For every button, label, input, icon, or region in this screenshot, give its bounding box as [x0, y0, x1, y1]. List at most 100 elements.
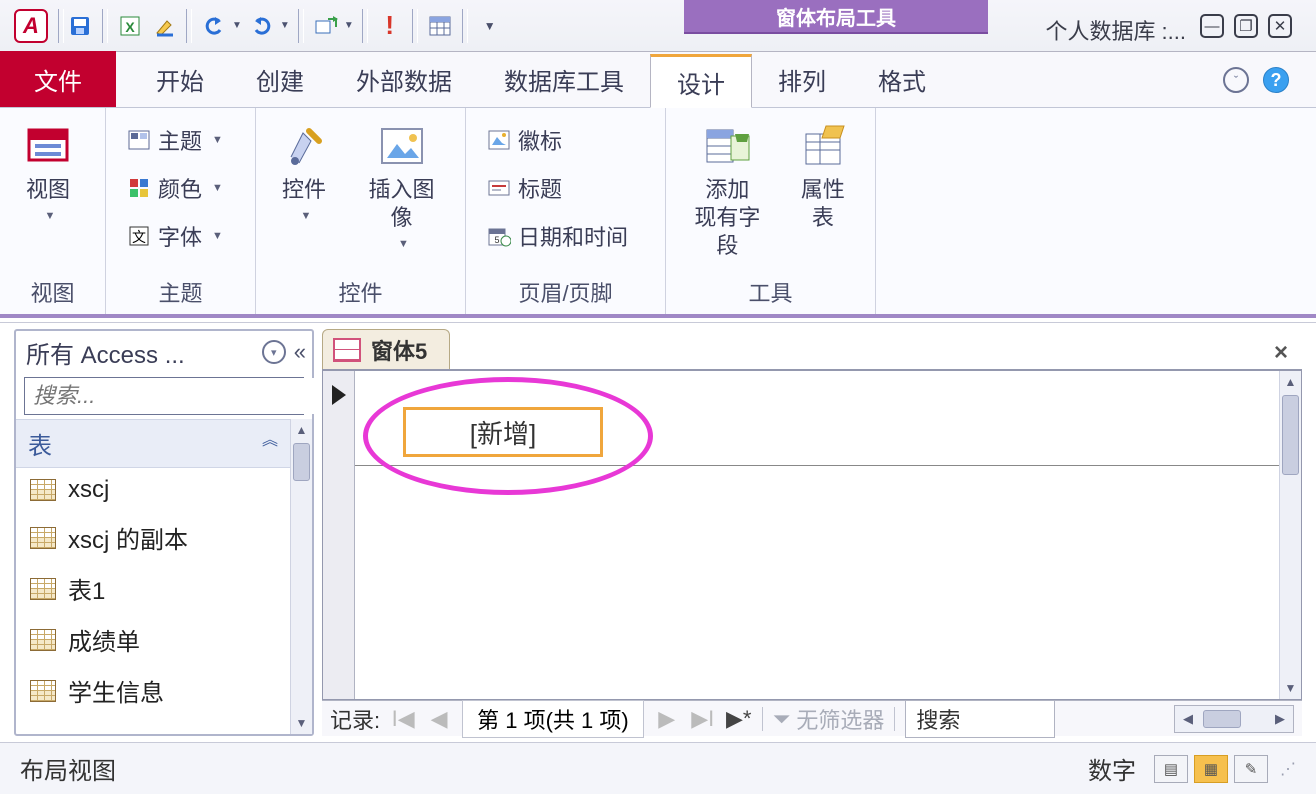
tab-design[interactable]: 设计 — [650, 54, 752, 108]
app-button[interactable]: A — [14, 9, 48, 43]
title-bar: A X ▼ ▼ ▼ ! ▼ 窗体布局工具 个人数据库 :... — ❐ ✕ — [0, 0, 1316, 52]
nav-scrollbar[interactable]: ▲ ▼ — [290, 419, 312, 734]
nav-collapse-icon[interactable]: « — [294, 339, 302, 365]
save-icon[interactable] — [66, 12, 94, 40]
ribbon-collapse-icon[interactable]: ˇ — [1222, 66, 1250, 94]
scroll-up-icon[interactable]: ▲ — [291, 419, 312, 441]
warn-icon[interactable]: ! — [376, 12, 404, 40]
group-label-theme: 主题 — [106, 272, 255, 314]
form-icon — [333, 338, 361, 362]
quick-access-toolbar: X ▼ ▼ ▼ ! ▼ — [66, 9, 504, 43]
group-label-view: 视图 — [0, 272, 105, 314]
ribbon-group-theme: 主题▼ 颜色▼ 文字体▼ 主题 — [106, 108, 256, 314]
ribbon-group-tools: 添加 现有字段 属性表 工具 — [666, 108, 876, 314]
title-button[interactable]: 标题 — [482, 170, 566, 206]
nav-search-input[interactable] — [25, 378, 333, 414]
scroll-left-icon[interactable]: ◀ — [1175, 711, 1201, 727]
colors-button[interactable]: 颜色▼ — [122, 170, 227, 206]
tab-home[interactable]: 开始 — [130, 51, 230, 107]
minimize-button[interactable]: — — [1200, 14, 1224, 38]
tab-file[interactable]: 文件 — [0, 51, 116, 107]
nav-search: 🔍 — [24, 377, 304, 415]
add-fields-label: 添加 现有字段 — [690, 176, 765, 260]
scroll-down-icon[interactable]: ▼ — [291, 712, 312, 734]
qat-customize-icon[interactable]: ▼ — [476, 12, 504, 40]
nav-dropdown-icon[interactable]: ▾ — [262, 340, 286, 364]
table-icon[interactable] — [426, 12, 454, 40]
highlight-icon[interactable] — [150, 12, 178, 40]
nav-group-tables[interactable]: 表︽ — [16, 419, 290, 468]
table-icon — [30, 629, 56, 651]
ribbon-group-headerfooter: 徽标 标题 5日期和时间 页眉/页脚 — [466, 108, 666, 314]
new-record-icon[interactable]: ▶* — [726, 706, 752, 732]
undo-dropdown[interactable]: ▼ — [232, 20, 242, 31]
add-fields-button[interactable]: 添加 现有字段 — [682, 118, 773, 264]
form-canvas[interactable]: [新增] — [355, 371, 1279, 699]
form-view-icon[interactable]: ▤ — [1154, 755, 1188, 783]
redo-dropdown[interactable]: ▼ — [280, 20, 290, 31]
close-button[interactable]: ✕ — [1268, 14, 1292, 38]
scroll-up-icon[interactable]: ▲ — [1280, 371, 1301, 393]
filter-indicator[interactable]: ⏷无筛选器 — [773, 703, 885, 735]
group-label-controls: 控件 — [256, 272, 465, 314]
controls-button[interactable]: 控件▼ — [272, 118, 336, 226]
table-icon — [30, 479, 56, 501]
excel-icon[interactable]: X — [116, 12, 144, 40]
next-record-icon[interactable]: ▶ — [654, 706, 680, 732]
nav-item-table1[interactable]: 表1 — [16, 563, 290, 614]
controls-label: 控件 — [282, 176, 326, 204]
nav-title: 所有 Access ... — [26, 335, 185, 370]
ribbon-group-view: 视图 ▼ 视图 — [0, 108, 106, 314]
tab-format[interactable]: 格式 — [852, 51, 952, 107]
filter-icon: ⏷ — [773, 706, 791, 732]
doc-close-icon[interactable]: × — [1274, 339, 1288, 367]
sync-icon[interactable] — [312, 12, 340, 40]
scroll-right-icon[interactable]: ▶ — [1267, 711, 1293, 727]
restore-button[interactable]: ❐ — [1234, 14, 1258, 38]
scroll-thumb[interactable] — [293, 443, 310, 481]
record-selector[interactable] — [323, 371, 355, 699]
nav-item-grades[interactable]: 成绩单 — [16, 614, 290, 665]
insert-image-button[interactable]: 插入图像▼ — [354, 118, 449, 254]
group-label-headerfooter: 页眉/页脚 — [466, 272, 665, 314]
property-sheet-button[interactable]: 属性表 — [787, 118, 859, 236]
layout-view-icon[interactable]: ▦ — [1194, 755, 1228, 783]
table-icon — [30, 680, 56, 702]
doc-tab-form5[interactable]: 窗体5 — [322, 329, 450, 369]
horizontal-scrollbar[interactable]: ◀ ▶ — [1174, 705, 1294, 733]
vertical-scrollbar[interactable]: ▲ ▼ — [1279, 371, 1301, 699]
last-record-icon[interactable]: ▶I — [690, 706, 716, 732]
nav-item-studentinfo[interactable]: 学生信息 — [16, 665, 290, 716]
design-view-icon[interactable]: ✎ — [1234, 755, 1268, 783]
datetime-button[interactable]: 5日期和时间 — [482, 218, 632, 254]
scroll-thumb[interactable] — [1203, 710, 1241, 728]
logo-button[interactable]: 徽标 — [482, 122, 566, 158]
resize-grip-icon[interactable]: ⋰ — [1280, 759, 1296, 779]
help-icon[interactable]: ? — [1262, 66, 1290, 94]
sync-dropdown[interactable]: ▼ — [344, 20, 354, 31]
record-counter[interactable]: 第 1 项(共 1 项) — [462, 700, 644, 738]
view-button[interactable]: 视图 ▼ — [16, 118, 80, 226]
first-record-icon[interactable]: I◀ — [390, 706, 416, 732]
scroll-down-icon[interactable]: ▼ — [1280, 677, 1301, 699]
nav-header[interactable]: 所有 Access ... ▾ « — [16, 331, 312, 373]
tab-dbtools[interactable]: 数据库工具 — [478, 51, 650, 107]
prev-record-icon[interactable]: ◀ — [426, 706, 452, 732]
themes-button[interactable]: 主题▼ — [122, 122, 227, 158]
tab-arrange[interactable]: 排列 — [752, 51, 852, 107]
document-tabs: 窗体5 × — [322, 329, 1302, 371]
recnav-label: 记录: — [330, 703, 380, 735]
scroll-thumb[interactable] — [1282, 395, 1299, 475]
nav-item-xscj-copy[interactable]: xscj 的副本 — [16, 512, 290, 563]
table-icon — [30, 527, 56, 549]
ribbon-group-controls: 控件▼ 插入图像▼ 控件 — [256, 108, 466, 314]
nav-item-xscj[interactable]: xscj — [16, 468, 290, 512]
record-search[interactable]: 搜索 — [905, 700, 1055, 738]
redo-icon[interactable] — [248, 12, 276, 40]
svg-text:5: 5 — [494, 235, 499, 245]
tab-create[interactable]: 创建 — [230, 51, 330, 107]
undo-icon[interactable] — [200, 12, 228, 40]
fonts-button[interactable]: 文字体▼ — [122, 218, 227, 254]
new-record-field[interactable]: [新增] — [403, 407, 603, 457]
tab-external[interactable]: 外部数据 — [330, 51, 478, 107]
